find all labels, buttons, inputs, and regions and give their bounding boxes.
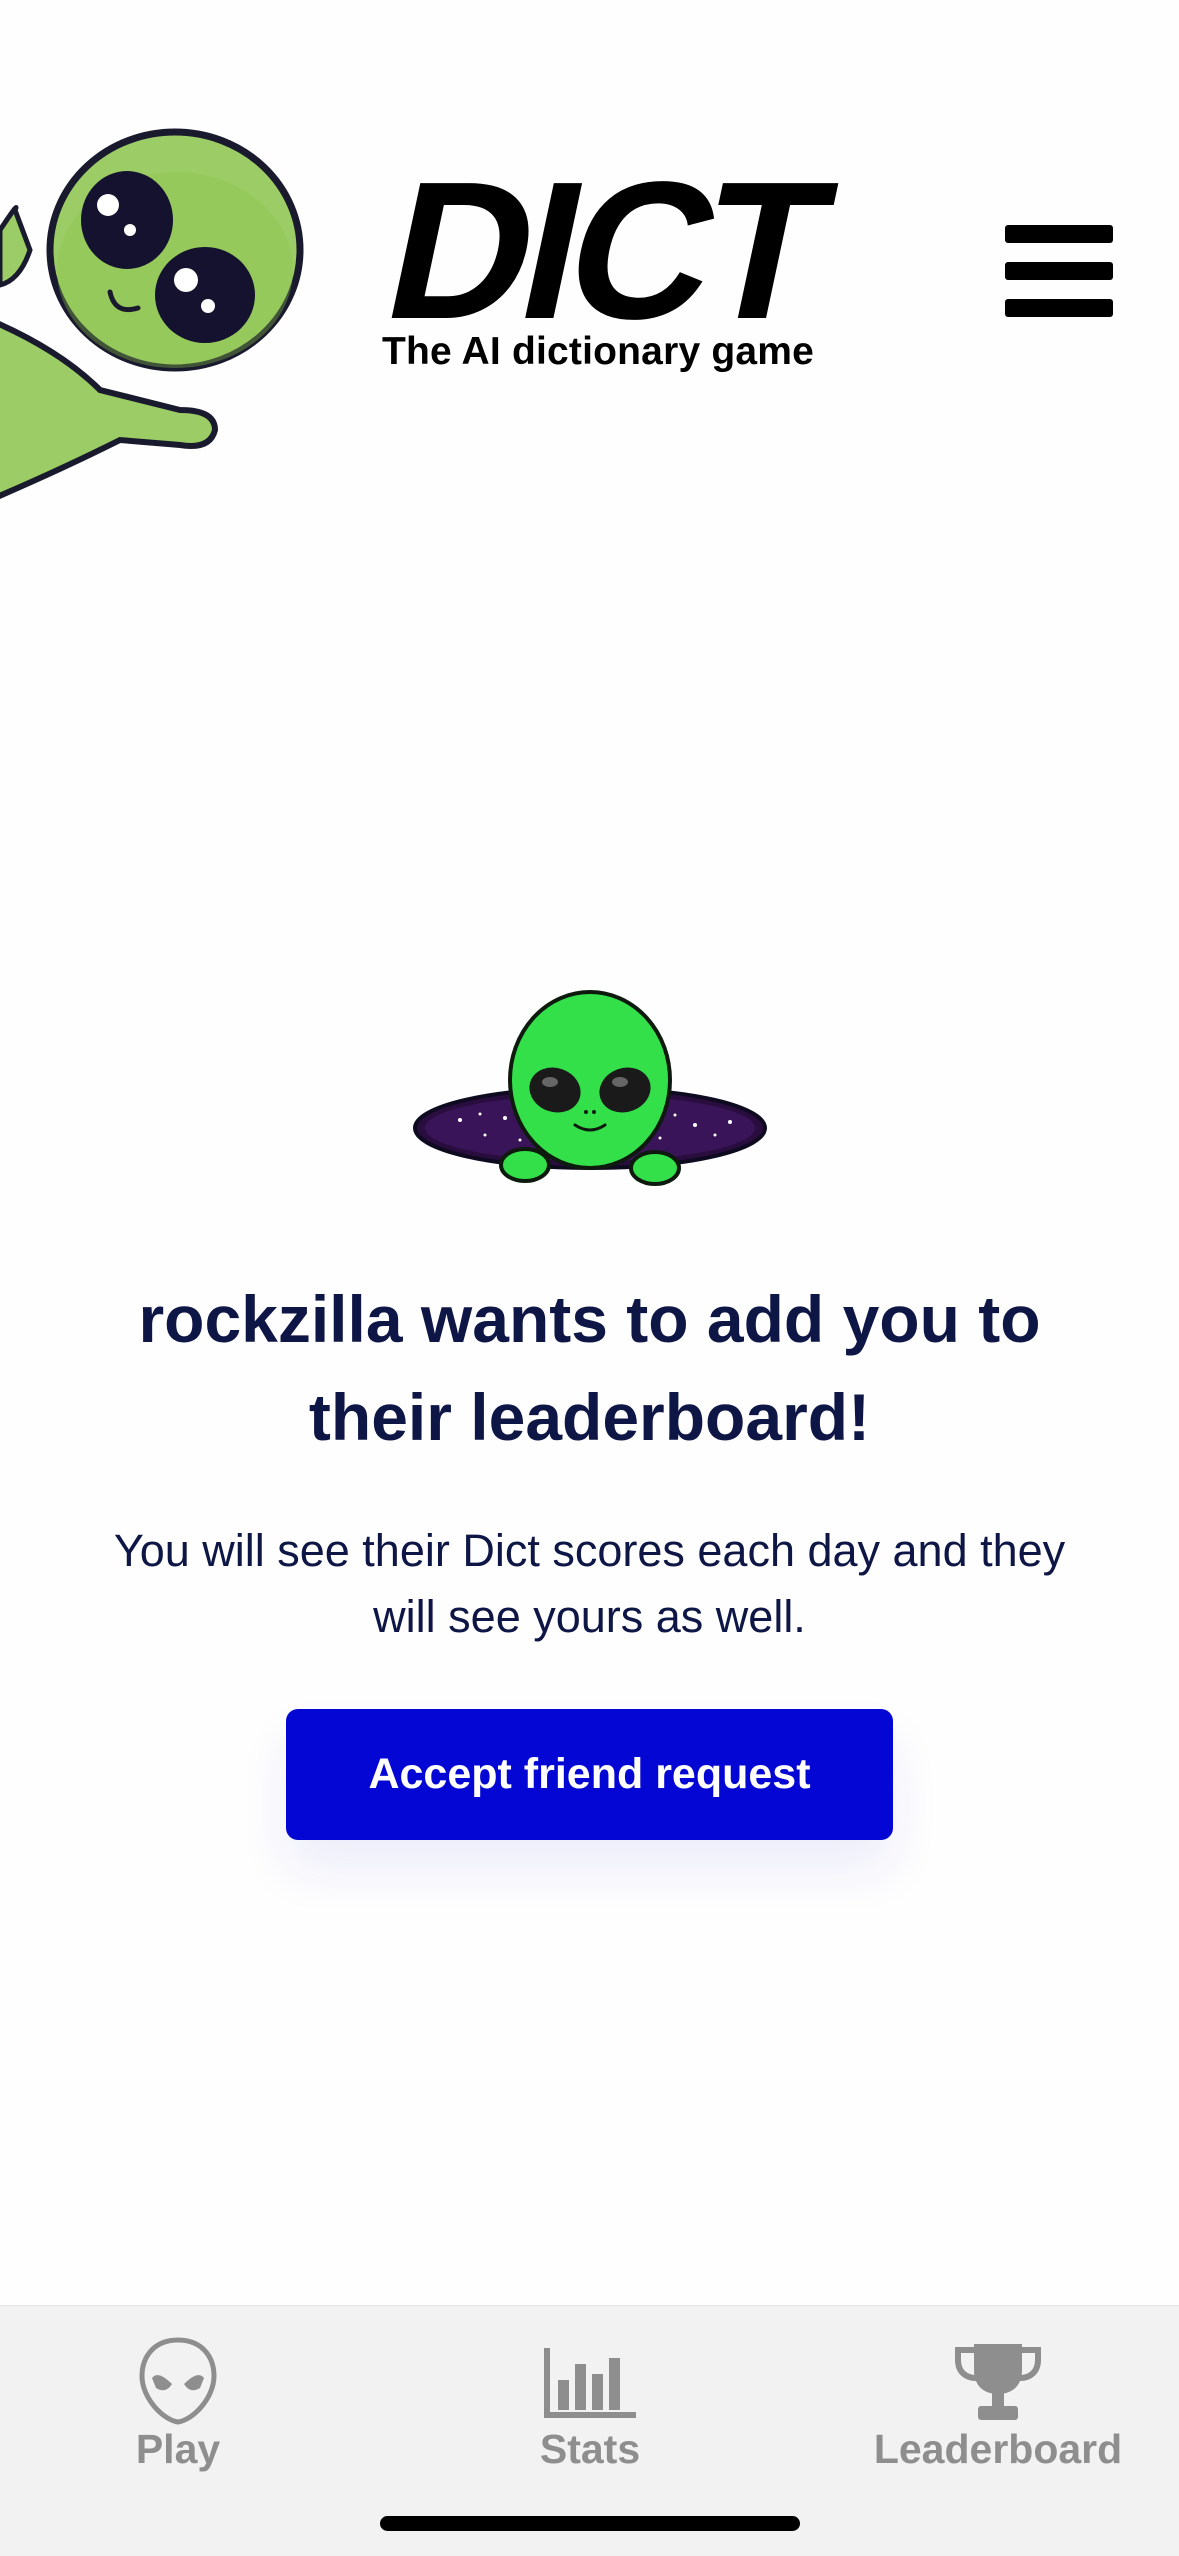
dict-wordmark: DICT (380, 170, 847, 330)
tab-stats-label: Stats (539, 2426, 641, 2472)
page: DICT The AI dictionary game rockzilla wa… (0, 0, 1179, 2556)
tab-play[interactable]: Play (28, 2326, 328, 2486)
bar-chart-icon (544, 2348, 636, 2418)
alien-portal-illustration (413, 990, 767, 1186)
hamburger-menu-icon[interactable] (1005, 225, 1113, 317)
accept-friend-request-button[interactable]: Accept friend request (286, 1709, 893, 1840)
dict-logo: DICT The AI dictionary game (380, 170, 900, 380)
tab-stats[interactable]: Stats (440, 2326, 740, 2486)
tab-leaderboard[interactable]: Leaderboard (848, 2326, 1148, 2486)
home-indicator[interactable] (380, 2516, 800, 2531)
invite-title: rockzilla wants to add you to their lead… (138, 1282, 1041, 1454)
logo-tagline: The AI dictionary game (382, 330, 815, 373)
tab-leaderboard-label: Leaderboard (873, 2426, 1123, 2472)
trophy-icon (955, 2344, 1041, 2420)
dict-wordmark-text: DICT (380, 170, 847, 330)
invite-description: You will see their Dict scores each day … (113, 1525, 1066, 1642)
alien-head-icon (139, 2337, 217, 2425)
tab-play-label: Play (135, 2426, 221, 2472)
alien-mascot-illustration (0, 128, 304, 499)
header: DICT The AI dictionary game (0, 0, 1179, 520)
